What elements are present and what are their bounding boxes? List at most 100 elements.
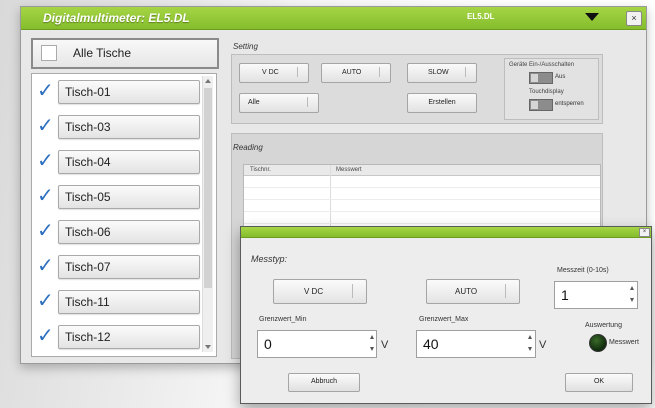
table-label: Tisch-11 [65, 295, 110, 309]
device-power-title: Geräte Ein-/Ausschalten [509, 62, 575, 68]
table-button-01[interactable]: Tisch-01 [58, 80, 200, 104]
range-dropdown-value: AUTO [342, 69, 362, 76]
dialog-close-button[interactable]: × [639, 228, 650, 237]
table-label: Tisch-01 [65, 85, 111, 99]
scroll-up-icon[interactable] [205, 79, 211, 83]
stepper-down-icon[interactable] [370, 347, 374, 351]
create-button[interactable]: Erstellen [407, 93, 477, 113]
all-tables-checkbox[interactable] [41, 45, 57, 61]
channel-dropdown[interactable]: Alle [239, 93, 319, 113]
spinner-icon [297, 67, 304, 77]
table-label: Tisch-04 [65, 155, 111, 169]
max-limit-stepper[interactable] [527, 331, 534, 355]
max-limit-label: Grenzwert_Max [419, 316, 469, 323]
dialog-range-dropdown[interactable]: AUTO [426, 279, 520, 304]
table-list: ✓ Tisch-01 ✓ Tisch-03 ✓ Tisch-04 ✓ Tisch… [31, 73, 217, 357]
max-limit-unit: V [539, 339, 547, 351]
checkmark-icon[interactable]: ✓ [37, 148, 54, 173]
interval-value: 1 [561, 287, 569, 303]
checkmark-icon[interactable]: ✓ [37, 323, 54, 348]
range-dropdown[interactable]: AUTO [321, 63, 391, 83]
display-toggle-label: entsperren [555, 101, 584, 107]
stepper-down-icon[interactable] [528, 347, 532, 351]
mode-dropdown-value: V DC [262, 69, 279, 76]
column-header-table: Tischnr. [250, 167, 271, 173]
table-button-11[interactable]: Tisch-11 [58, 290, 200, 314]
row-divider [244, 211, 600, 212]
table-button-12[interactable]: Tisch-12 [58, 325, 200, 349]
min-limit-unit: V [381, 339, 389, 351]
cancel-button[interactable]: Abbruch [288, 373, 360, 392]
row-divider [244, 187, 600, 188]
min-limit-input[interactable]: 0 [257, 330, 377, 358]
dialog-mode-dropdown[interactable]: V DC [273, 279, 367, 304]
list-item: ✓ Tisch-06 [32, 216, 216, 246]
chevron-down-icon [585, 13, 599, 21]
ok-button[interactable]: OK [565, 373, 633, 392]
table-label: Tisch-03 [65, 120, 111, 134]
spinner-icon [352, 284, 361, 298]
table-label: Tisch-06 [65, 225, 111, 239]
close-button[interactable]: × [626, 11, 642, 26]
table-button-07[interactable]: Tisch-07 [58, 255, 200, 279]
led-label: Messwert [609, 339, 639, 346]
spinner-icon [379, 67, 386, 77]
stepper-up-icon[interactable] [528, 335, 532, 339]
device-select-value: EL5.DL [467, 12, 495, 21]
display-toggle[interactable] [529, 99, 553, 111]
checkmark-icon[interactable]: ✓ [37, 218, 54, 243]
stepper-up-icon[interactable] [630, 286, 634, 290]
cancel-button-label: Abbruch [310, 378, 338, 385]
window-titlebar: Digitalmultimeter: EL5.DL EL5.DL × [21, 7, 646, 30]
speed-dropdown-value: SLOW [428, 69, 449, 76]
device-control-panel: Geräte Ein-/Ausschalten Aus Touchdisplay… [504, 58, 599, 120]
window-title: Digitalmultimeter: EL5.DL [43, 11, 190, 25]
checkmark-icon[interactable]: ✓ [37, 113, 54, 138]
toggle-knob [531, 74, 538, 82]
stepper-up-icon[interactable] [370, 335, 374, 339]
list-item: ✓ Tisch-01 [32, 76, 216, 106]
interval-input[interactable]: 1 [554, 281, 638, 309]
table-button-04[interactable]: Tisch-04 [58, 150, 200, 174]
status-led-icon [589, 334, 607, 352]
checkmark-icon[interactable]: ✓ [37, 253, 54, 278]
device-select[interactable]: EL5.DL [461, 10, 611, 26]
table-label: Tisch-07 [65, 260, 111, 274]
table-list-scrollbar[interactable] [202, 76, 213, 352]
speed-dropdown[interactable]: SLOW [407, 63, 477, 83]
row-divider [244, 199, 600, 200]
measure-type-label: Messtyp: [251, 254, 288, 264]
max-limit-input[interactable]: 40 [416, 330, 536, 358]
spinner-icon [505, 284, 514, 298]
scrollbar-thumb[interactable] [204, 88, 212, 288]
dialog-mode-value: V DC [304, 287, 324, 296]
power-toggle-label: Aus [555, 74, 566, 80]
list-item: ✓ Tisch-05 [32, 181, 216, 211]
dialog-titlebar: × [241, 227, 651, 238]
min-limit-stepper[interactable] [369, 331, 376, 355]
display-title: Touchdisplay [529, 89, 564, 95]
table-label: Tisch-12 [65, 330, 111, 344]
list-item: ✓ Tisch-11 [32, 286, 216, 316]
power-toggle[interactable] [529, 72, 553, 84]
list-item: ✓ Tisch-03 [32, 111, 216, 141]
checkmark-icon[interactable]: ✓ [37, 183, 54, 208]
ok-button-label: OK [593, 378, 605, 385]
all-tables-button[interactable]: Alle Tische [31, 38, 219, 69]
all-tables-label: Alle Tische [73, 46, 132, 60]
checkmark-icon[interactable]: ✓ [37, 288, 54, 313]
measurement-dialog: × Messtyp: V DC AUTO Messzeit (0-10s) 1 … [240, 226, 652, 404]
list-item: ✓ Tisch-04 [32, 146, 216, 176]
scroll-down-icon[interactable] [205, 345, 211, 349]
min-limit-label: Grenzwert_Min [259, 316, 307, 323]
interval-stepper[interactable] [629, 282, 636, 306]
table-button-03[interactable]: Tisch-03 [58, 115, 200, 139]
table-button-06[interactable]: Tisch-06 [58, 220, 200, 244]
mode-dropdown[interactable]: V DC [239, 63, 309, 83]
table-button-05[interactable]: Tisch-05 [58, 185, 200, 209]
setting-section-label: Setting [233, 42, 258, 51]
stepper-down-icon[interactable] [630, 298, 634, 302]
interval-label: Messzeit (0-10s) [557, 267, 609, 274]
checkmark-icon[interactable]: ✓ [37, 78, 54, 103]
table-label: Tisch-05 [65, 190, 111, 204]
